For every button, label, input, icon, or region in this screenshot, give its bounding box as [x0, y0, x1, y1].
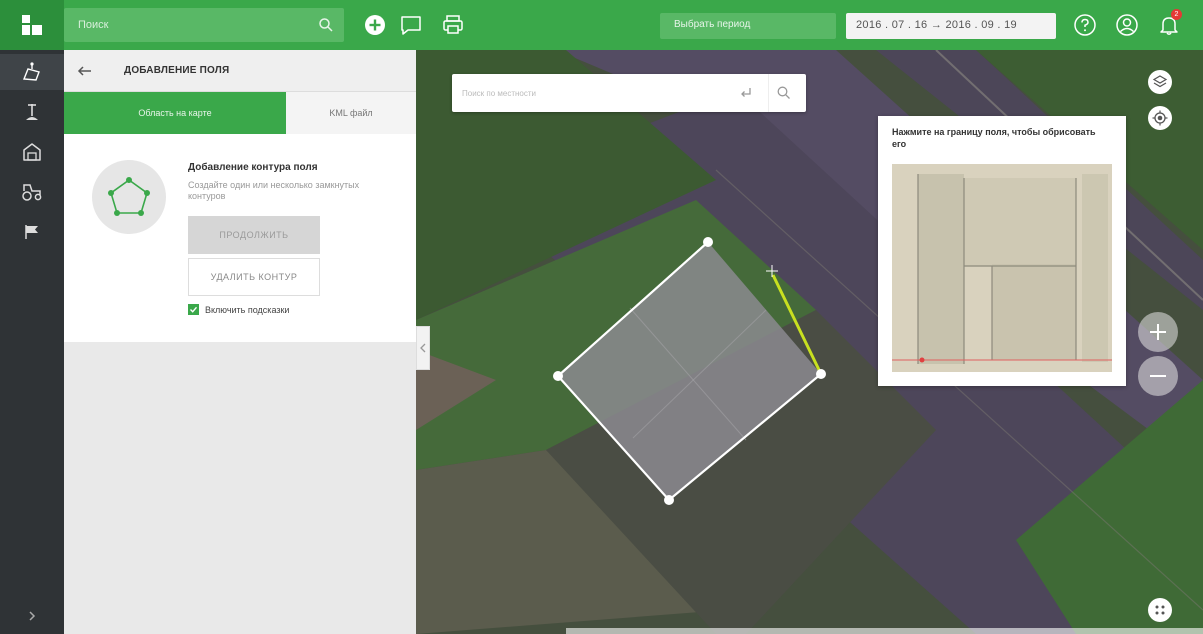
rail-item-operations[interactable] [0, 214, 64, 250]
hint-popup: Нажмите на границу поля, чтобы обрисоват… [878, 116, 1126, 386]
app-logo[interactable] [0, 0, 64, 50]
hint-text: Нажмите на границу поля, чтобы обрисоват… [892, 127, 1096, 149]
chevron-right-icon [29, 611, 36, 621]
panel-header: ДОБАВЛЕНИЕ ПОЛЯ [64, 50, 416, 92]
layers-button[interactable] [1148, 70, 1172, 94]
minus-icon [1150, 375, 1166, 377]
contour-description: Создайте один или несколько замкнутых ко… [188, 180, 360, 201]
search-separator [768, 74, 769, 112]
back-arrow-icon[interactable] [76, 62, 94, 80]
logo-icon [22, 15, 42, 35]
map-search [452, 74, 806, 112]
help-icon[interactable] [1072, 12, 1098, 38]
hints-checkbox[interactable] [188, 304, 199, 315]
expand-icon [1155, 605, 1165, 615]
location-search-input[interactable] [452, 74, 732, 112]
panel-collapse-handle[interactable] [416, 326, 430, 370]
rail-item-storage[interactable] [0, 134, 64, 170]
continue-button[interactable]: ПРОДОЛЖИТЬ [188, 216, 320, 254]
hint-preview-image [892, 164, 1112, 372]
rail-expand-button[interactable] [0, 598, 64, 634]
global-search [64, 8, 344, 42]
left-rail [0, 50, 64, 634]
rail-item-machinery[interactable] [0, 174, 64, 210]
hints-label: Включить подсказки [205, 304, 290, 315]
global-search-input[interactable] [64, 8, 344, 42]
contour-illustration [92, 160, 166, 234]
search-icon[interactable] [318, 17, 334, 33]
check-icon [190, 306, 198, 313]
notifications-button[interactable]: 2 [1156, 9, 1182, 38]
user-icon[interactable] [1114, 12, 1140, 38]
tractor-icon [22, 184, 42, 201]
add-field-panel: ДОБАВЛЕНИЕ ПОЛЯ Область на карте KML фай… [64, 50, 416, 634]
zoom-out-button[interactable] [1138, 356, 1178, 396]
notification-badge: 2 [1171, 9, 1182, 20]
zoom-in-button[interactable] [1138, 312, 1178, 352]
print-icon[interactable] [441, 13, 465, 37]
locate-button[interactable] [1148, 106, 1172, 130]
delete-contour-button[interactable]: УДАЛИТЬ КОНТУР [188, 258, 320, 296]
tab-kml-file[interactable]: KML файл [286, 92, 416, 134]
search-icon[interactable] [776, 85, 792, 101]
period-select[interactable]: Выбрать период [660, 13, 836, 39]
top-bar: Выбрать период 2016 . 07 . 16 → 2016 . 0… [0, 0, 1203, 50]
station-icon [26, 104, 38, 120]
rail-item-weather[interactable] [0, 94, 64, 130]
chevron-left-icon [420, 343, 426, 353]
panel-title: ДОБАВЛЕНИЕ ПОЛЯ [124, 65, 230, 76]
field-map-icon [22, 62, 40, 81]
map-attribution [566, 628, 1203, 634]
satellite-map[interactable]: Нажмите на границу поля, чтобы обрисоват… [416, 50, 1203, 634]
enter-icon[interactable] [738, 85, 754, 101]
layers-icon [1152, 75, 1168, 88]
flag-icon [25, 225, 38, 239]
barn-icon [23, 143, 41, 161]
add-icon[interactable] [363, 13, 387, 37]
date-range[interactable]: 2016 . 07 . 16 → 2016 . 09 . 19 [846, 13, 1056, 39]
rail-item-fields[interactable] [0, 54, 64, 90]
hints-toggle[interactable]: Включить подсказки [188, 304, 289, 315]
tab-map-area[interactable]: Область на карте [64, 92, 286, 134]
contour-title: Добавление контура поля [188, 162, 318, 173]
locate-icon [1152, 110, 1168, 126]
comment-icon[interactable] [399, 13, 423, 37]
panel-body: Добавление контура поля Создайте один ил… [64, 134, 416, 342]
plus-icon [1150, 324, 1166, 340]
fullscreen-button[interactable] [1148, 598, 1172, 622]
polygon-icon [108, 177, 150, 216]
